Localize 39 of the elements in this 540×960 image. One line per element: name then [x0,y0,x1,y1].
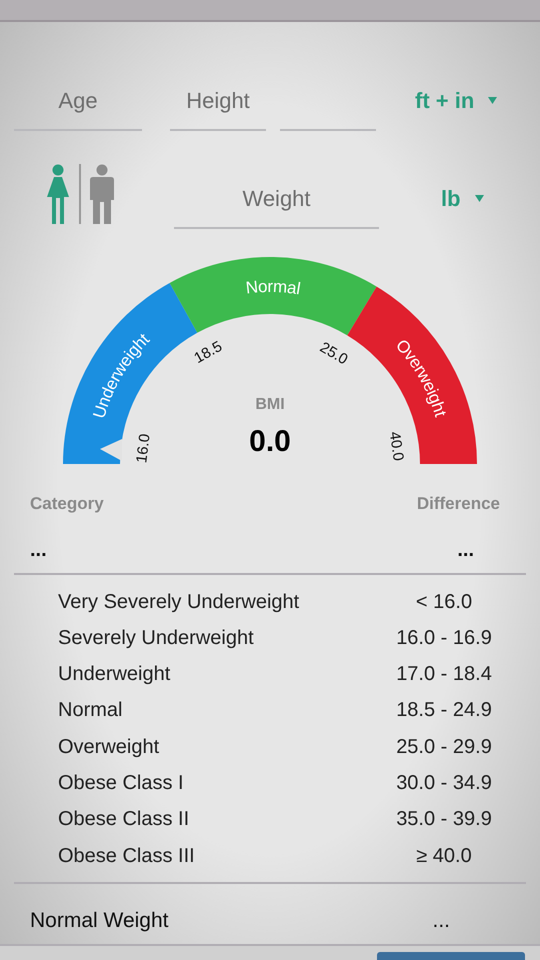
bmi-range: 35.0 - 39.9 [395,807,493,832]
male-icon[interactable] [88,164,116,224]
tick-label: 16.0 [133,432,154,464]
category-name: Obese Class II [57,807,190,832]
tick-label: 18.5 [191,338,226,367]
bmi-range: 17.0 - 18.4 [395,662,493,688]
category-name: Obese Class I [57,770,185,796]
tick-label: 25.0 [316,338,351,368]
bmi-range: 16.0 - 16.9 [395,626,493,651]
bmi-range: < 16.0 [414,590,474,614]
difference-value: ... [457,538,474,562]
pointer-icon [100,439,122,461]
category-name: Obese Class III [57,844,196,869]
ideal-weight-value: ... [432,908,450,934]
weight-field[interactable]: Weight [174,182,379,229]
caret-icon [474,195,484,202]
segment-label: Normal [244,276,302,298]
height-unit-dropdown[interactable]: ft + in [415,84,498,131]
tick-label: 40.0 [386,430,407,462]
difference-header: Difference [416,493,500,515]
bmi-value: 0.0 [249,425,291,458]
age-field[interactable]: Age [14,84,142,131]
female-icon[interactable] [44,164,72,224]
bmi-label: BMI [255,396,285,413]
category-name: Severely Underweight [57,626,255,651]
category-value: ... [30,538,47,562]
height-field[interactable]: Height [170,84,266,131]
category-name: Overweight [57,734,160,760]
weight-unit-dropdown[interactable]: lb [441,182,484,229]
bmi-range: 30.0 - 34.9 [395,770,493,796]
category-name: Very Severely Underweight [57,590,300,614]
bmi-range: ≥ 40.0 [415,844,473,869]
category-name: Normal [57,698,124,724]
category-header: Category [30,493,104,515]
ideal-weight-label: Normal Weight [30,908,168,934]
bmi-range: 18.5 - 24.9 [395,698,493,724]
category-name: Underweight [57,662,172,688]
bmi-range: 25.0 - 29.9 [395,734,493,760]
caret-icon [488,97,498,104]
